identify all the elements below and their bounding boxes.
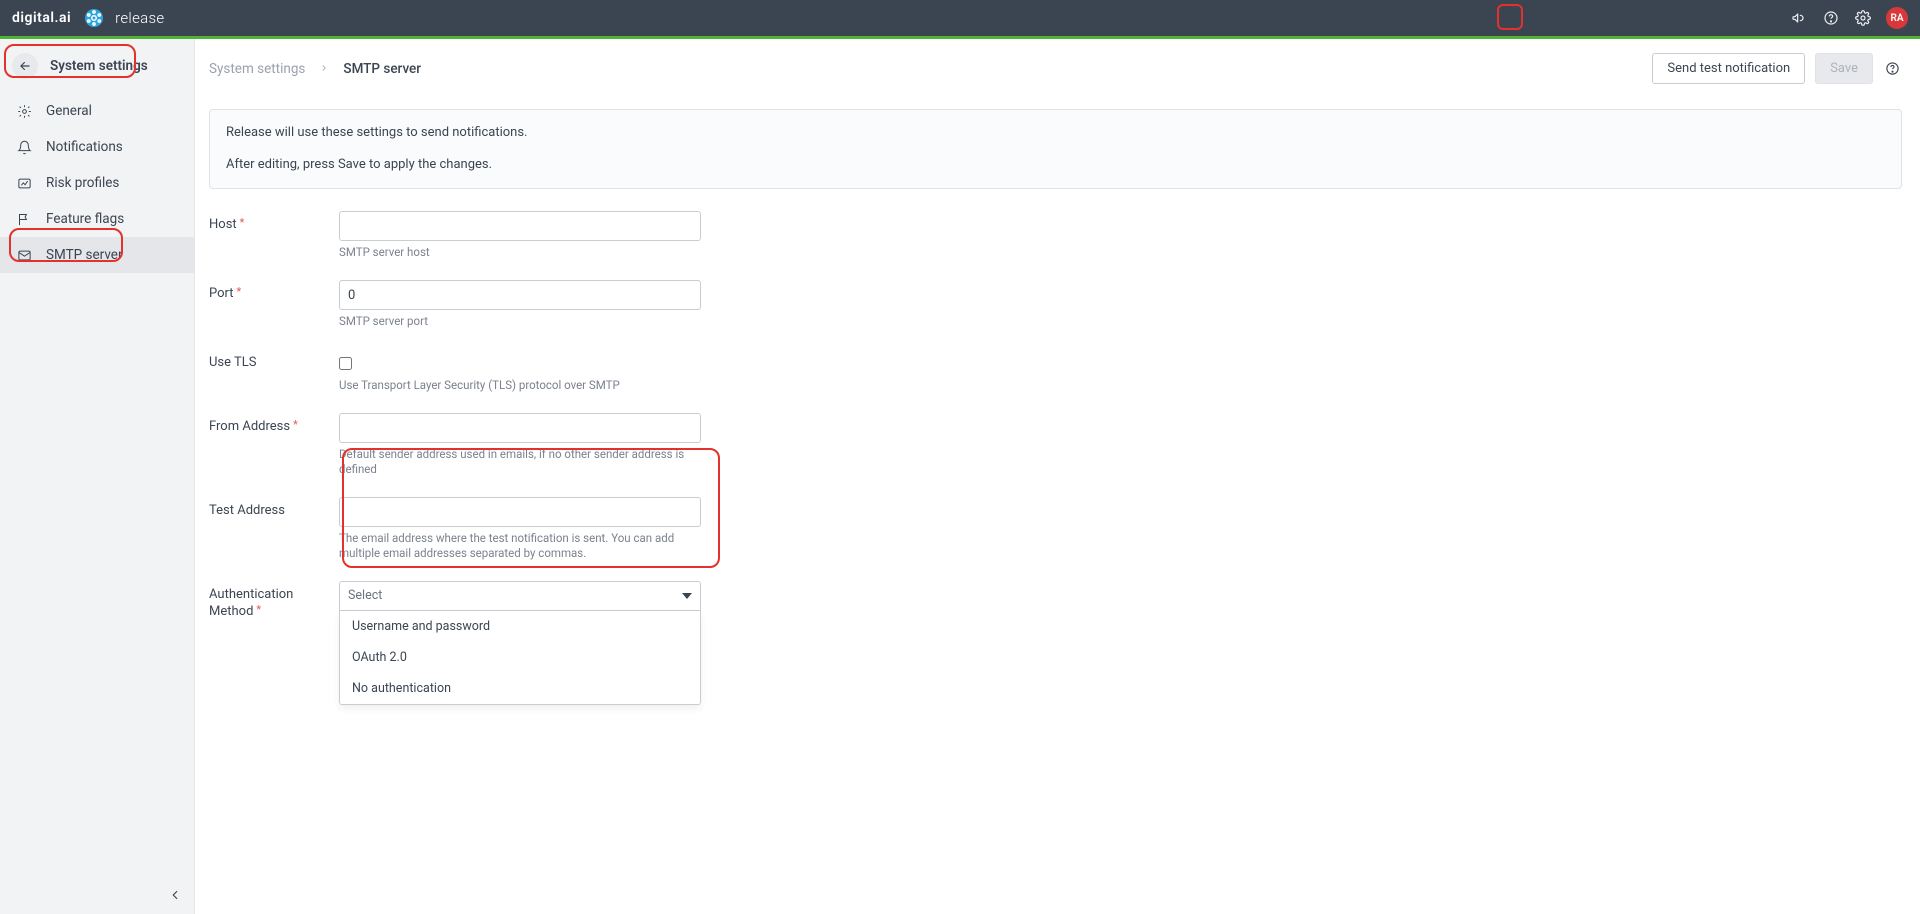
avatar[interactable]: RA [1886,7,1908,29]
field-from: From Address* Default sender address use… [209,413,1902,489]
field-help: The email address where the test notific… [339,531,701,561]
auth-selected: Select [348,588,382,603]
sidebar-item-label: SMTP server [46,247,123,263]
brand-company: digital.ai [12,10,71,26]
sidebar-item-label: Feature flags [46,211,124,227]
field-label: Authentication Method [209,587,293,619]
auth-option[interactable]: Username and password [340,611,700,642]
content: System settings SMTP server Send test no… [195,39,1920,914]
brand-product: release [115,9,164,27]
sidebar-title: System settings [50,58,148,74]
mail-icon [16,247,32,263]
help-icon[interactable] [1822,9,1840,27]
send-test-button[interactable]: Send test notification [1652,53,1805,84]
from-input[interactable] [339,413,701,443]
save-button[interactable]: Save [1815,53,1873,84]
sidebar-item-label: General [46,103,92,119]
info-line: Release will use these settings to send … [226,124,1885,142]
info-line: After editing, press Save to apply the c… [226,156,1885,174]
field-label: From Address [209,419,290,434]
field-label: Use TLS [209,355,256,370]
field-port: Port* SMTP server port [209,280,1902,341]
field-help: Use Transport Layer Security (TLS) proto… [339,378,701,393]
required-indicator: * [293,418,298,431]
sidebar-item-label: Notifications [46,139,123,155]
breadcrumb-parent[interactable]: System settings [209,61,305,77]
flag-icon [16,211,32,227]
form-area: Release will use these settings to send … [195,99,1920,743]
port-input[interactable] [339,280,701,310]
field-help: SMTP server host [339,245,701,260]
sidebar-item-flags[interactable]: Feature flags [0,201,194,237]
required-indicator: * [256,603,261,616]
sidebar-item-general[interactable]: General [0,93,194,129]
field-host: Host* SMTP server host [209,211,1902,272]
breadcrumb-current: SMTP server [343,61,421,77]
sidebar-header: System settings [0,39,194,93]
field-test: Test Address The email address where the… [209,497,1902,573]
sidebar: System settings General Notifications Ri… [0,39,195,914]
field-help: Default sender address used in emails, i… [339,447,701,477]
sidebar-item-notifications[interactable]: Notifications [0,129,194,165]
breadcrumb: System settings SMTP server [209,61,421,77]
auth-option[interactable]: No authentication [340,673,700,704]
gear-icon[interactable] [1854,9,1872,27]
gear-icon [16,103,32,119]
field-label: Port [209,286,234,301]
bell-icon [16,139,32,155]
sidebar-item-label: Risk profiles [46,175,119,191]
sidebar-item-risk[interactable]: Risk profiles [0,165,194,201]
auth-option[interactable]: OAuth 2.0 [340,642,700,673]
field-tls: Use TLS Use Transport Layer Security (TL… [209,349,1902,405]
required-indicator: * [240,216,245,229]
caret-down-icon [682,591,692,601]
test-input[interactable] [339,497,701,527]
brand-company-text: digital.ai [12,10,71,26]
required-indicator: * [237,285,242,298]
topbar-actions: RA [1790,7,1908,29]
risk-icon [16,175,32,191]
auth-dropdown: Username and password OAuth 2.0 No authe… [339,611,701,705]
field-auth: Authentication Method* Select Username a… [209,581,1902,705]
content-header: System settings SMTP server Send test no… [195,39,1920,99]
help-icon[interactable] [1885,61,1900,76]
product-icon [85,9,103,27]
collapse-sidebar-button[interactable] [168,888,182,902]
chevron-right-icon [319,61,329,77]
topbar: digital.ai release RA [0,0,1920,36]
back-button[interactable] [12,53,38,79]
info-box: Release will use these settings to send … [209,109,1902,189]
auth-select[interactable]: Select [339,581,701,611]
field-help: SMTP server port [339,314,701,329]
announce-icon[interactable] [1790,9,1808,27]
brand: digital.ai release [12,9,164,27]
field-label: Test Address [209,503,285,518]
tls-checkbox[interactable] [339,357,352,370]
sidebar-item-smtp[interactable]: SMTP server [0,237,194,273]
field-label: Host [209,217,237,232]
host-input[interactable] [339,211,701,241]
